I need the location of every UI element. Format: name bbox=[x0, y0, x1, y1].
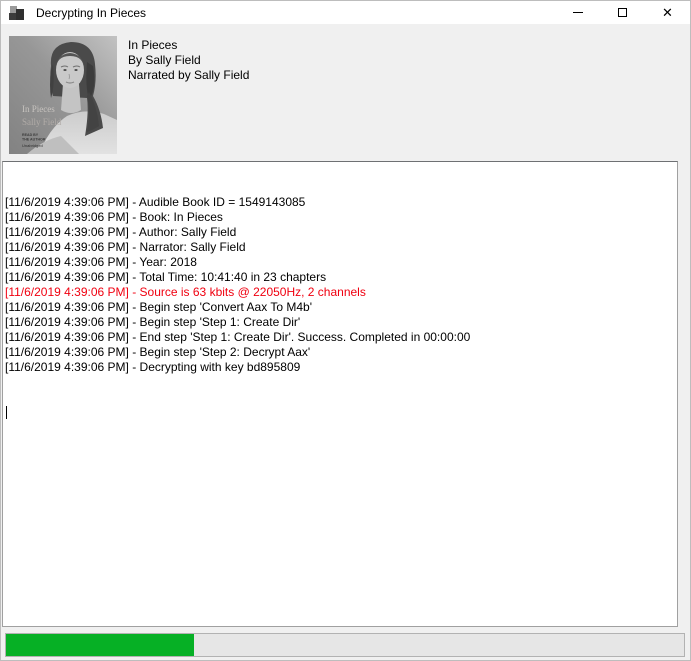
text-caret bbox=[6, 406, 7, 419]
window-controls: ✕ bbox=[555, 1, 690, 24]
book-author: By Sally Field bbox=[128, 53, 249, 68]
app-icon bbox=[9, 5, 25, 21]
log-line: [11/6/2019 4:39:06 PM] - Decrypting with… bbox=[5, 360, 675, 375]
book-metadata: In Pieces By Sally Field Narrated by Sal… bbox=[128, 38, 249, 83]
log-line: [11/6/2019 4:39:06 PM] - Begin step 'Ste… bbox=[5, 315, 675, 330]
app-window: Decrypting In Pieces ✕ bbox=[0, 0, 691, 661]
svg-text:Unabridged: Unabridged bbox=[22, 143, 43, 148]
window-title: Decrypting In Pieces bbox=[36, 6, 146, 20]
log-line: [11/6/2019 4:39:06 PM] - Begin step 'Ste… bbox=[5, 345, 675, 360]
caret-line bbox=[5, 405, 675, 420]
svg-text:In Pieces: In Pieces bbox=[22, 104, 55, 114]
log-output[interactable]: [11/6/2019 4:39:06 PM] - Audible Book ID… bbox=[2, 161, 678, 627]
log-line: [11/6/2019 4:39:06 PM] - End step 'Step … bbox=[5, 330, 675, 345]
minimize-button[interactable] bbox=[555, 1, 600, 24]
log-line: [11/6/2019 4:39:06 PM] - Year: 2018 bbox=[5, 255, 675, 270]
svg-text:READ BY: READ BY bbox=[22, 133, 39, 137]
log-line: [11/6/2019 4:39:06 PM] - Author: Sally F… bbox=[5, 225, 675, 240]
log-line: [11/6/2019 4:39:06 PM] - Audible Book ID… bbox=[5, 195, 675, 210]
progress-bar bbox=[5, 633, 685, 657]
book-title: In Pieces bbox=[128, 38, 249, 53]
maximize-button[interactable] bbox=[600, 1, 645, 24]
book-narrator: Narrated by Sally Field bbox=[128, 68, 249, 83]
title-bar[interactable]: Decrypting In Pieces ✕ bbox=[1, 1, 690, 24]
log-line: [11/6/2019 4:39:06 PM] - Begin step 'Con… bbox=[5, 300, 675, 315]
close-button[interactable]: ✕ bbox=[645, 1, 690, 24]
book-cover-image: In Pieces Sally Field READ BY THE AUTHOR… bbox=[9, 36, 117, 154]
log-line: [11/6/2019 4:39:06 PM] - Source is 63 kb… bbox=[5, 285, 675, 300]
svg-text:Sally Field: Sally Field bbox=[22, 117, 62, 127]
minimize-icon bbox=[573, 12, 583, 13]
log-line: [11/6/2019 4:39:06 PM] - Total Time: 10:… bbox=[5, 270, 675, 285]
log-line: [11/6/2019 4:39:06 PM] - Book: In Pieces bbox=[5, 210, 675, 225]
close-icon: ✕ bbox=[662, 6, 673, 19]
svg-text:THE AUTHOR: THE AUTHOR bbox=[22, 138, 46, 142]
log-line: [11/6/2019 4:39:06 PM] - Narrator: Sally… bbox=[5, 240, 675, 255]
progress-fill bbox=[6, 634, 194, 656]
maximize-icon bbox=[618, 8, 627, 17]
